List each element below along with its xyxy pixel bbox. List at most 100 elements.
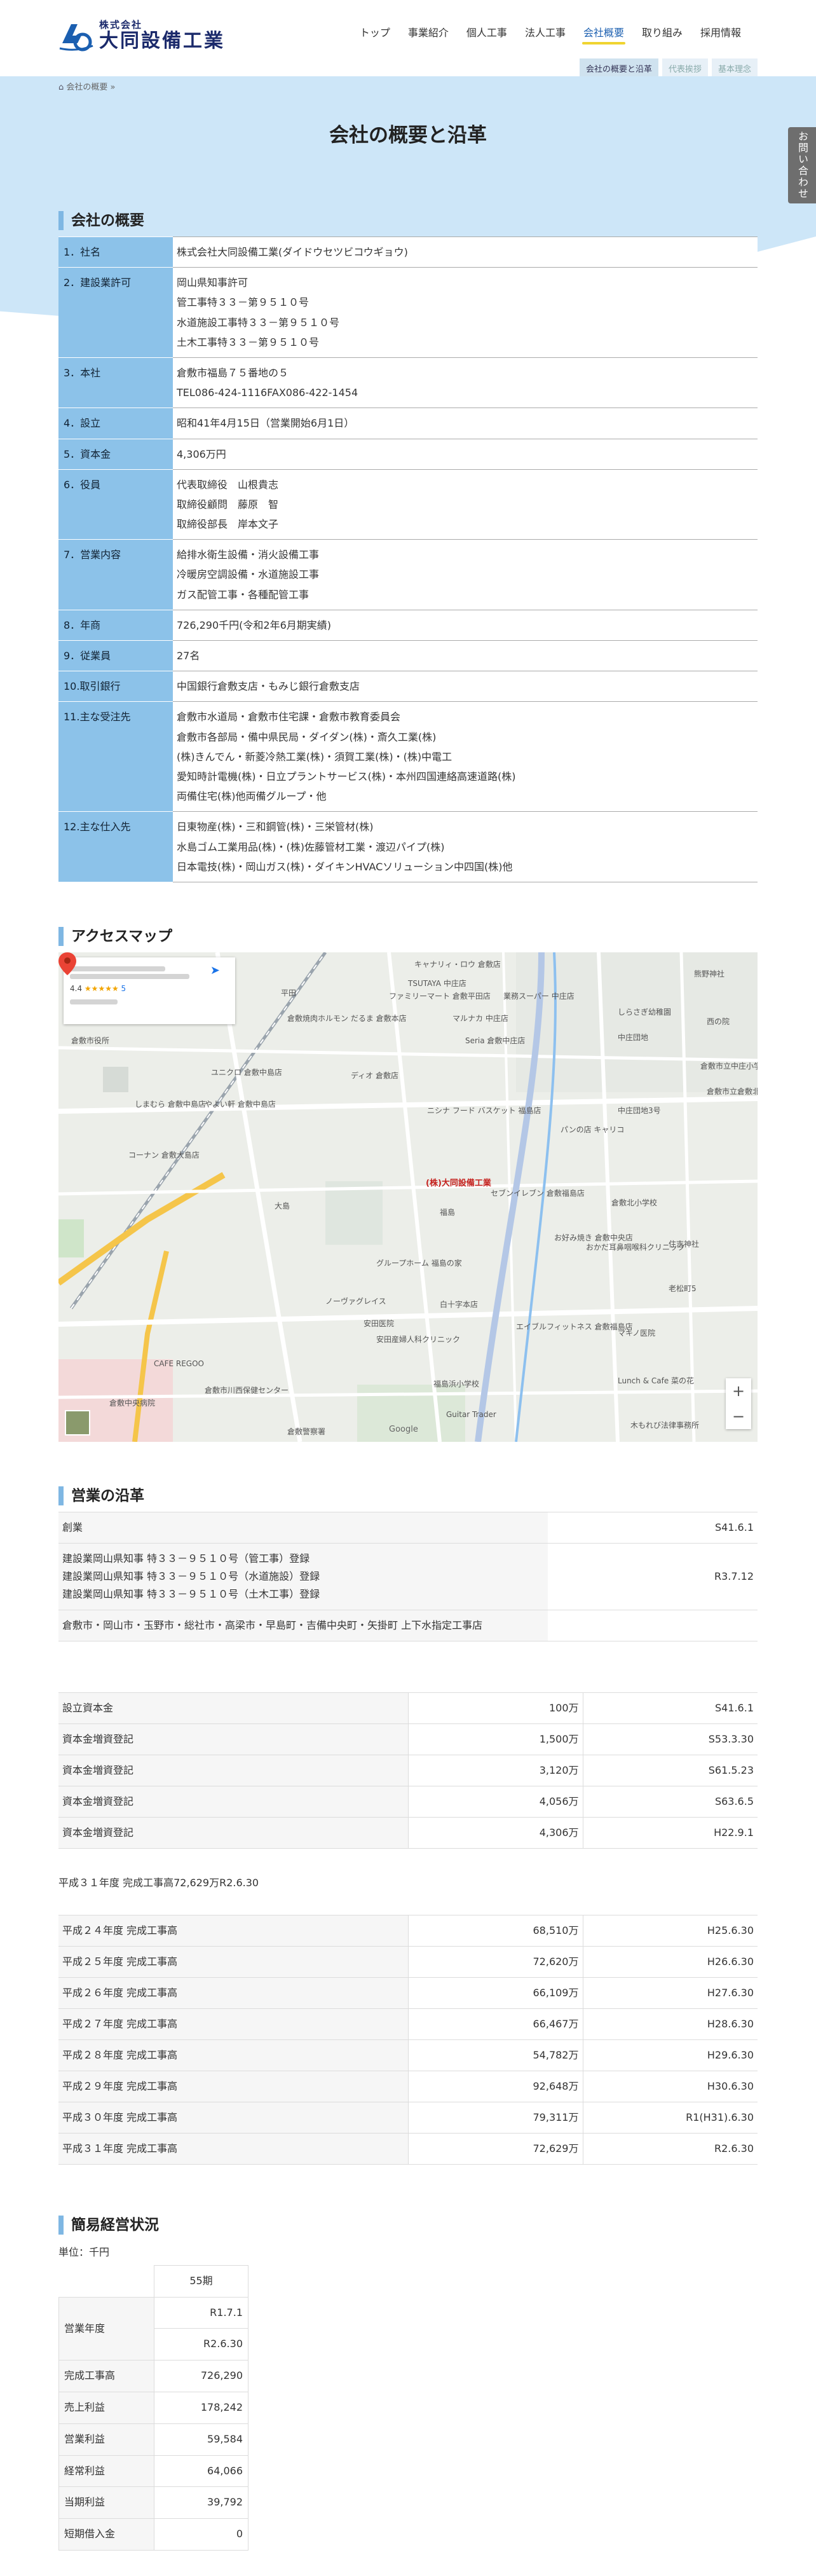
map-place-label[interactable]: 福島 [440, 1207, 455, 1217]
value-line: 株式会社大同設備工業(ダイドウセツビコウギョウ) [177, 246, 408, 258]
map-place-label[interactable]: 倉敷北小学校 [611, 1197, 657, 1208]
logo-mark-icon [59, 24, 93, 51]
history-date: H26.6.30 [582, 1946, 758, 1978]
map-place-label[interactable]: ニシナ フード バスケット 福島店 [427, 1105, 541, 1116]
map-place-label[interactable]: マルナカ 中庄店 [452, 1013, 508, 1024]
map-place-label[interactable]: グループホーム 福島の家 [376, 1257, 462, 1268]
nav-business[interactable]: 事業紹介 [399, 22, 458, 45]
map-place-label[interactable]: 中庄団地3号 [618, 1105, 661, 1116]
nav-personal-works[interactable]: 個人工事 [458, 22, 516, 45]
map-place-label[interactable]: やよい軒 倉敷中島店 [205, 1099, 276, 1109]
map-place-label[interactable]: 白十字本店 [440, 1299, 478, 1310]
map-place-label[interactable]: Lunch & Cafe 菜の花 [618, 1375, 694, 1386]
map-place-label[interactable]: 福島浜小学校 [433, 1378, 479, 1389]
map-place-label[interactable]: セブンイレブン 倉敷福島店 [491, 1188, 585, 1198]
map-pin-label: (株)大同設備工業 [426, 1178, 491, 1188]
nav-corporate-works[interactable]: 法人工事 [516, 22, 575, 45]
map-place-label[interactable]: ディオ 倉敷店 [351, 1070, 398, 1081]
map-place-label[interactable]: コーナン 倉敷大島店 [128, 1149, 200, 1160]
map-place-label[interactable]: マキノ医院 [618, 1327, 655, 1338]
access-map[interactable]: ➤ 4.4 ★★★★★ 5 キャナリィ・ロウ 倉敷店 TSUTAYA 中庄店 ファミ… [58, 952, 758, 1442]
table-row: 平成２７年度 完成工事高 66,467万 H28.6.30 [58, 2008, 758, 2040]
map-place-label[interactable]: 木もれび法律事務所 [630, 1420, 699, 1430]
row-value: 株式会社大同設備工業(ダイドウセツビコウギョウ) [173, 236, 758, 268]
nav-top[interactable]: トップ [351, 22, 399, 45]
map-place-label[interactable]: Guitar Trader [446, 1410, 496, 1419]
row-value: 昭和41年4月15日（営業開始6月1日） [173, 408, 758, 439]
subnav-overview-history[interactable]: 会社の概要と沿革 [579, 58, 658, 78]
location-pin-icon[interactable] [58, 952, 76, 975]
table-row: 平成２９年度 完成工事高 92,648万 H30.6.30 [58, 2071, 758, 2102]
year-label: 営業年度 [58, 2296, 154, 2361]
empty-cell [58, 2265, 154, 2298]
map-place-label[interactable]: しらさぎ幼稚園 [618, 1006, 671, 1017]
history-date: H28.6.30 [582, 2008, 758, 2040]
home-icon[interactable]: ⌂ [58, 83, 64, 92]
subnav-philosophy[interactable]: 基本理念 [711, 58, 758, 78]
map-place-label[interactable]: 大島 [275, 1200, 290, 1211]
year-to: R2.6.30 [154, 2328, 248, 2361]
row-value: 代表取締役 山根貴志 取締役顧問 藤原 智取締役部長 岸本文子 [173, 469, 758, 540]
history-amount: 79,311万 [407, 2102, 583, 2134]
table-row: 55期 [58, 2264, 248, 2298]
map-place-label[interactable]: TSUTAYA 中庄店 [408, 978, 466, 989]
table-row: 短期借入金 0 [58, 2518, 248, 2551]
place-info-card[interactable]: ➤ 4.4 ★★★★★ 5 [64, 957, 235, 1024]
logo-company-name: 大同設備工業 [99, 29, 225, 52]
site-logo[interactable]: 株式会社 大同設備工業 [58, 18, 225, 53]
map-place-label[interactable]: 安田産婦人科クリニック [376, 1334, 460, 1345]
map-place-label[interactable]: 倉敷焼肉ホルモン だるま 倉敷本店 [287, 1013, 407, 1024]
value-line: 27名 [177, 650, 200, 662]
history-amount: 54,782万 [407, 2039, 583, 2071]
map-place-label[interactable]: 業務スーパー 中庄店 [503, 990, 575, 1001]
row-label: 10.取引銀行 [58, 671, 173, 702]
map-place-label[interactable]: キャナリィ・ロウ 倉敷店 [414, 959, 501, 969]
table-row: 経常利益 64,066 [58, 2455, 248, 2488]
map-place-label[interactable]: エイブルフィットネス 倉敷福島店 [516, 1321, 633, 1332]
map-place-label[interactable]: 中庄団地 [618, 1032, 648, 1043]
map-place-label[interactable]: 西の院 [707, 1016, 730, 1027]
map-place-label[interactable]: 倉敷中央病院 [109, 1397, 155, 1408]
history-date: H30.6.30 [582, 2071, 758, 2102]
row-label: 7．営業内容 [58, 539, 173, 610]
table-row: 資本金増資登記 4,056万 S63.6.5 [58, 1786, 758, 1818]
row-label: 11.主な受注先 [58, 701, 173, 812]
map-place-label[interactable]: ユニクロ 倉敷中島店 [211, 1067, 282, 1078]
period-header: 55期 [154, 2264, 248, 2298]
nav-initiatives[interactable]: 取り組み [633, 22, 691, 45]
row-label: 6．役員 [58, 469, 173, 540]
map-zoom-control[interactable]: + − [726, 1378, 751, 1429]
table-row: 6．役員 代表取締役 山根貴志 取締役顧問 藤原 智取締役部長 岸本文子 [58, 469, 758, 540]
metric-value: 0 [154, 2518, 248, 2551]
history-label: 平成２７年度 完成工事高 [58, 2008, 408, 2040]
nav-recruit[interactable]: 採用情報 [691, 22, 750, 45]
map-place-label[interactable]: 住吉神社 [669, 1238, 699, 1249]
map-place-label[interactable]: パンの店 キャリコ [561, 1124, 624, 1135]
directions-icon[interactable]: ➤ [210, 964, 220, 977]
map-place-label[interactable]: 倉敷市川西保健センター [205, 1385, 289, 1395]
map-place-label[interactable]: 倉敷警察署 [287, 1426, 325, 1437]
row-label: 3．本社 [58, 357, 173, 409]
map-place-label[interactable]: ファミリーマート 倉敷平田店 [389, 990, 491, 1001]
row-value: 726,290千円(令和2年6月期実績) [173, 610, 758, 641]
map-place-label[interactable]: 平田 [281, 987, 296, 998]
map-place-label[interactable]: 倉敷市立倉敷北… [707, 1086, 758, 1097]
map-layer-toggle[interactable] [65, 1409, 90, 1435]
map-place-label[interactable]: ノーヴァグレイス [325, 1296, 386, 1306]
map-place-label[interactable]: 倉敷市役所 [71, 1035, 109, 1046]
table-row: 平成２８年度 完成工事高 54,782万 H29.6.30 [58, 2039, 758, 2071]
zoom-in-button[interactable]: + [732, 1382, 745, 1400]
map-place-label[interactable]: 熊野神社 [694, 968, 724, 979]
map-place-label[interactable]: しまむら 倉敷中島店 [135, 1099, 206, 1109]
value-line: 給排水衛生設備・消火設備工事 [177, 549, 320, 561]
map-place-label[interactable]: Seria 倉敷中庄店 [465, 1035, 525, 1046]
contact-tab-button[interactable]: お問い合わせ [788, 127, 816, 203]
map-place-label[interactable]: 老松町5 [669, 1283, 697, 1294]
map-place-label[interactable]: 安田医院 [364, 1318, 394, 1329]
map-place-label[interactable]: 倉敷市立中庄小学校 [700, 1060, 758, 1071]
zoom-out-button[interactable]: − [732, 1408, 745, 1425]
map-place-label[interactable]: CAFE REGOO [154, 1359, 204, 1368]
subnav-greeting[interactable]: 代表挨拶 [662, 58, 708, 78]
history-date: R1(H31).6.30 [582, 2102, 758, 2134]
nav-company[interactable]: 会社概要 [575, 22, 633, 45]
